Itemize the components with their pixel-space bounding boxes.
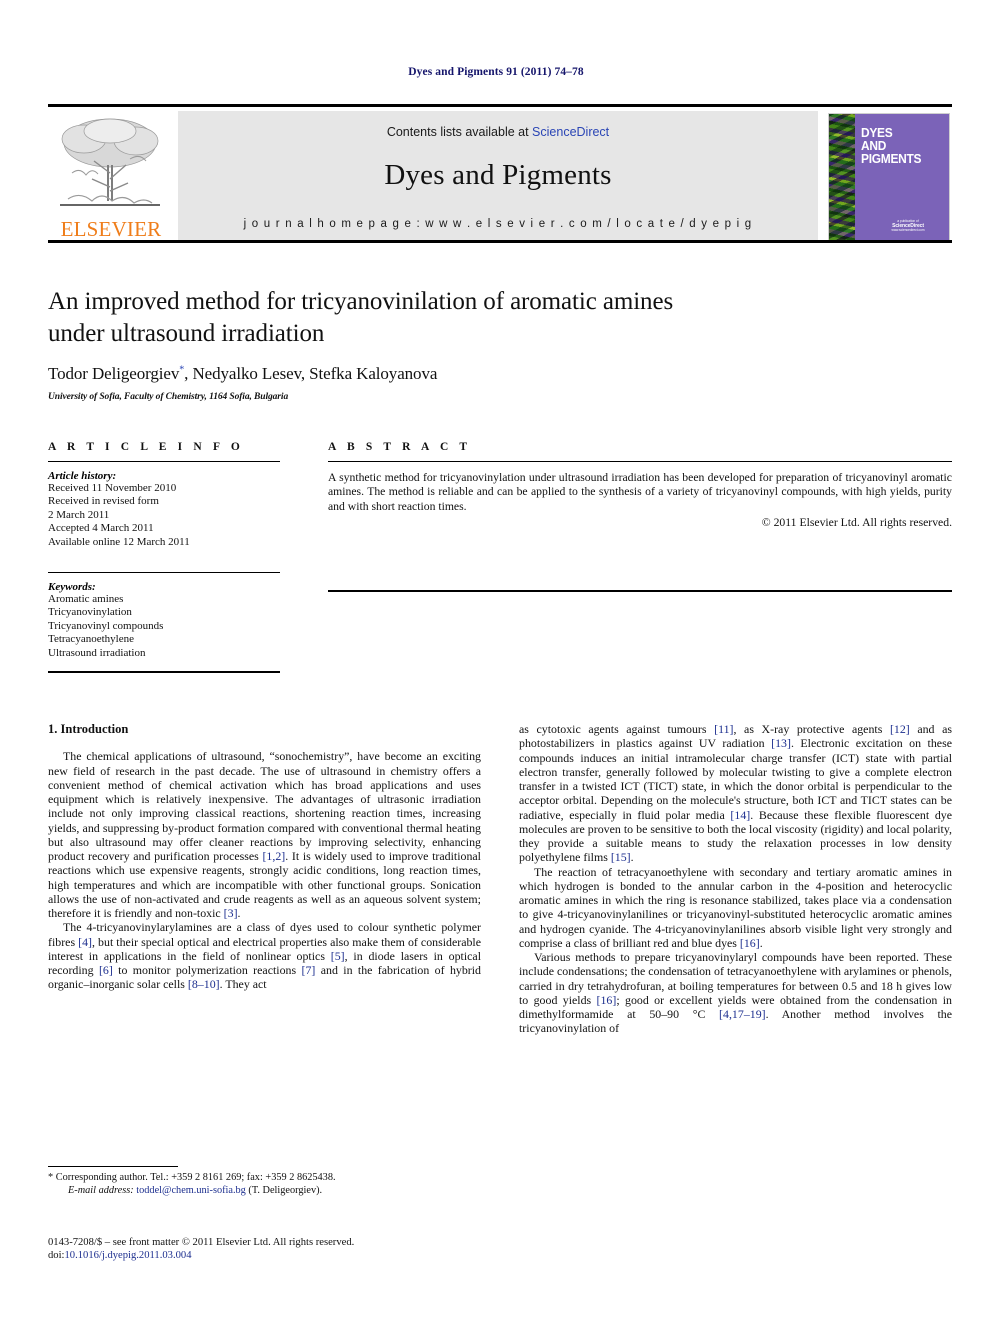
doi-label: doi: bbox=[48, 1250, 65, 1261]
journal-title: Dyes and Pigments bbox=[384, 159, 612, 191]
reference-citation[interactable]: [16] bbox=[597, 993, 617, 1007]
reference-citation[interactable]: [13] bbox=[771, 736, 791, 750]
journal-homepage-link[interactable]: j o u r n a l h o m e p a g e : w w w . … bbox=[178, 218, 818, 230]
abstract-copyright: © 2011 Elsevier Ltd. All rights reserved… bbox=[761, 515, 952, 529]
reference-citation[interactable]: [3] bbox=[224, 906, 238, 920]
body-paragraph: The chemical applications of ultrasound,… bbox=[48, 749, 481, 920]
masthead-bottom-rule bbox=[48, 240, 952, 243]
author-list: Todor Deligeorgiev*, Nedyalko Lesev, Ste… bbox=[48, 364, 438, 383]
abstract-column: A B S T R A C T A synthetic method for t… bbox=[328, 424, 952, 592]
email-note: E-mail address: toddel@chem.uni-sofia.bg… bbox=[48, 1185, 481, 1198]
doi-link[interactable]: 10.1016/j.dyepig.2011.03.004 bbox=[64, 1250, 191, 1261]
reference-citation[interactable]: [8–10] bbox=[188, 977, 220, 991]
running-head: Dyes and Pigments 91 (2011) 74–78 bbox=[408, 66, 584, 78]
journal-cover: Dyes and Pigments a publication of Scien… bbox=[824, 111, 952, 241]
keyword-item: Tetracyanoethylene bbox=[48, 633, 134, 646]
article-info-column: A R T I C L E I N F O Article history: R… bbox=[48, 424, 280, 674]
body-paragraph: The reaction of tetracyanoethylene with … bbox=[519, 865, 952, 951]
history-item: Available online 12 March 2011 bbox=[48, 535, 190, 548]
contents-list-line: Contents lists available at ScienceDirec… bbox=[178, 125, 818, 139]
history-item: Received in revised form bbox=[48, 495, 159, 508]
keywords-list: Aromatic amines Tricyanovinylation Tricy… bbox=[48, 593, 280, 660]
body-paragraph: Various methods to prepare tricyanovinyl… bbox=[519, 950, 952, 1036]
cover-title-line3: Pigments bbox=[861, 151, 922, 166]
reference-citation[interactable]: [14] bbox=[730, 808, 750, 822]
paragraph-text: The chemical applications of ultrasound,… bbox=[48, 749, 481, 920]
keywords-rule-top bbox=[48, 572, 280, 574]
footnote-rule bbox=[48, 1166, 178, 1167]
body-paragraph: as cytotoxic agents against tumours [11]… bbox=[519, 722, 952, 865]
article-info-heading: A R T I C L E I N F O bbox=[48, 441, 244, 453]
article-history-list: Received 11 November 2010 Received in re… bbox=[48, 482, 280, 549]
history-item: Accepted 4 March 2011 bbox=[48, 522, 154, 535]
copyright-block: 0143-7208/$ – see front matter © 2011 El… bbox=[48, 1236, 481, 1262]
keyword-item: Tricyanovinyl compounds bbox=[48, 619, 164, 632]
title-line-1: An improved method for tricyanovinilatio… bbox=[48, 288, 674, 315]
journal-masthead: ELSEVIER Contents lists available at Sci… bbox=[48, 104, 952, 241]
article-info-rule-bottom bbox=[48, 671, 280, 674]
section-heading-introduction: 1. Introduction bbox=[48, 722, 129, 736]
title-line-2: under ultrasound irradiation bbox=[48, 320, 325, 347]
email-label: E-mail address: bbox=[68, 1184, 134, 1196]
elsevier-logo: ELSEVIER bbox=[48, 111, 174, 241]
doi-line: doi:10.1016/j.dyepig.2011.03.004 bbox=[48, 1249, 481, 1262]
sciencedirect-link[interactable]: ScienceDirect bbox=[532, 125, 609, 139]
abstract-rule-bottom bbox=[328, 589, 952, 592]
history-item: Received 11 November 2010 bbox=[48, 482, 177, 494]
history-item: 2 March 2011 bbox=[48, 508, 110, 521]
abstract-text: A synthetic method for tricyanovinylatio… bbox=[328, 471, 952, 513]
elsevier-wordmark: ELSEVIER bbox=[60, 217, 162, 241]
abstract-heading: A B S T R A C T bbox=[328, 441, 472, 453]
info-abstract-region: A R T I C L E I N F O Article history: R… bbox=[48, 424, 952, 684]
keyword-item: Ultrasound irradiation bbox=[48, 646, 146, 659]
contents-prefix: Contents lists available at bbox=[386, 125, 533, 139]
cover-footer-url: www.sciencedirect.com bbox=[891, 228, 925, 233]
footnote-block: * Corresponding author. Tel.: +359 2 816… bbox=[48, 1166, 481, 1197]
article-page: Dyes and Pigments 91 (2011) 74–78 ELSEVI… bbox=[0, 0, 992, 1323]
article-info-rule-top bbox=[48, 461, 280, 462]
keyword-item: Tricyanovinylation bbox=[48, 606, 132, 619]
reference-citation[interactable]: [5] bbox=[331, 949, 345, 963]
body-column-right: as cytotoxic agents against tumours [11]… bbox=[519, 722, 952, 1036]
cover-title: Dyes and Pigments bbox=[861, 126, 922, 166]
reference-citation[interactable]: [6] bbox=[99, 963, 113, 977]
cover-art-strip-overlay bbox=[829, 114, 855, 240]
email-suffix: (T. Deligeorgiev). bbox=[248, 1184, 323, 1196]
paragraph-text: as cytotoxic agents against tumours [11]… bbox=[519, 722, 952, 865]
reference-citation[interactable]: [11] bbox=[714, 722, 733, 736]
reference-citation[interactable]: [7] bbox=[301, 963, 315, 977]
reference-citation[interactable]: [16] bbox=[740, 936, 760, 950]
masthead-center: Contents lists available at ScienceDirec… bbox=[178, 111, 818, 241]
paragraph-text: The 4-tricyanovinylarylamines are a clas… bbox=[48, 920, 482, 992]
body-paragraph: The 4-tricyanovinylarylamines are a clas… bbox=[48, 920, 481, 991]
reference-citation[interactable]: [4] bbox=[78, 935, 92, 949]
paragraph-text: Various methods to prepare tricyanovinyl… bbox=[519, 950, 952, 1036]
keywords-label: Keywords: bbox=[48, 581, 96, 594]
reference-citation[interactable]: [12] bbox=[890, 722, 910, 736]
reference-citation[interactable]: [15] bbox=[611, 850, 631, 864]
paragraph-text: The reaction of tetracyanoethylene with … bbox=[519, 864, 952, 950]
email-link[interactable]: toddel@chem.uni-sofia.bg bbox=[136, 1185, 246, 1196]
corresponding-author-marker[interactable]: * bbox=[179, 364, 184, 375]
reference-citation[interactable]: [1,2] bbox=[262, 849, 285, 863]
abstract-rule-top bbox=[328, 461, 952, 462]
keyword-item: Aromatic amines bbox=[48, 593, 124, 606]
elsevier-tree-icon bbox=[60, 118, 160, 206]
article-history-label: Article history: bbox=[48, 470, 117, 482]
body-column-left: 1. Introduction The chemical application… bbox=[48, 722, 481, 992]
page-title: An improved method for tricyanovinilatio… bbox=[48, 286, 878, 350]
cover-footer: a publication of ScienceDirect www.scien… bbox=[875, 219, 941, 233]
corresponding-author-note: * Corresponding author. Tel.: +359 2 816… bbox=[48, 1172, 336, 1183]
journal-cover-image: Dyes and Pigments a publication of Scien… bbox=[828, 113, 950, 241]
affiliation: University of Sofia, Faculty of Chemistr… bbox=[48, 392, 289, 402]
issn-front-matter: 0143-7208/$ – see front matter © 2011 El… bbox=[48, 1237, 355, 1248]
reference-citation[interactable]: [4,17–19] bbox=[719, 1007, 766, 1021]
